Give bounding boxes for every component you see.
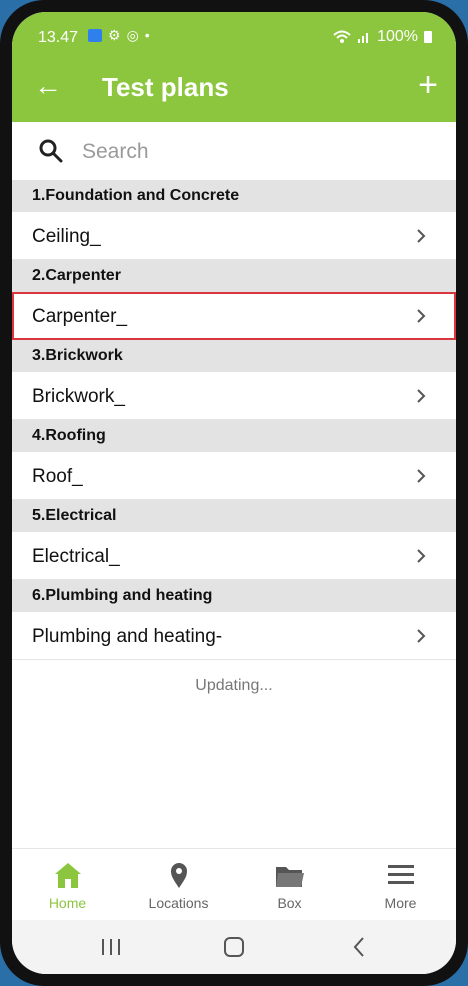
list-item-label: Ceiling_ [32, 226, 101, 247]
nav-home-label: Home [48, 895, 87, 911]
list-item[interactable]: Carpenter_ [12, 292, 456, 340]
status-icons-right: 100% [333, 28, 432, 46]
nav-box-label: Box [277, 895, 302, 911]
battery-icon [424, 31, 432, 43]
chevron-right-icon [417, 469, 426, 483]
wifi-icon [333, 30, 351, 43]
list-item-label: Plumbing and heating- [32, 626, 223, 647]
section-header: 3.Brickwork [12, 340, 456, 372]
list-item-label: Electrical_ [32, 546, 120, 567]
list-item[interactable]: Plumbing and heating- [12, 612, 456, 660]
home-icon [54, 863, 81, 888]
list-item[interactable]: Ceiling_ [12, 212, 456, 260]
nav-box[interactable]: Box [234, 849, 345, 921]
radio-icon: ◎ [126, 27, 139, 43]
section-header: 5.Electrical [12, 500, 456, 532]
chevron-right-icon [417, 309, 426, 323]
updating-status: Updating... [195, 677, 273, 694]
list-item[interactable]: Electrical_ [12, 532, 456, 580]
section-header: 2.Carpenter [12, 260, 456, 292]
recent-apps-icon[interactable] [98, 934, 124, 960]
chevron-right-icon [417, 549, 426, 563]
search-placeholder: Search [82, 140, 149, 163]
chevron-right-icon [417, 629, 426, 643]
status-icons-left: ⚙ ◎ • [88, 28, 150, 42]
search-icon [39, 139, 63, 163]
status-bar: 13.47 ⚙ ◎ • 100% [12, 12, 456, 54]
section-header: 6.Plumbing and heating [12, 580, 456, 612]
section-header: 1.Foundation and Concrete [12, 180, 456, 212]
dot-icon: • [144, 27, 150, 43]
photos-icon [88, 28, 102, 42]
list-item[interactable]: Brickwork_ [12, 372, 456, 420]
nav-locations[interactable]: Locations [123, 849, 234, 921]
plus-icon[interactable]: + [418, 68, 438, 102]
location-pin-icon [170, 863, 187, 888]
battery-percent: 100% [377, 28, 418, 45]
signal-icon [358, 33, 369, 43]
back-button-icon[interactable] [347, 934, 373, 960]
search-bar[interactable]: Search [12, 122, 456, 180]
app-bar: ← Test plans + [12, 54, 456, 122]
phone-frame: 13.47 ⚙ ◎ • 100% ← Test plans + Search 1… [0, 0, 468, 986]
section-header: 4.Roofing [12, 420, 456, 452]
system-nav-bar [12, 920, 456, 974]
status-time: 13.47 [38, 29, 79, 46]
test-plan-list: 1.Foundation and Concrete Ceiling_ 2.Car… [12, 180, 456, 660]
menu-icon [387, 865, 414, 884]
home-button-icon[interactable] [221, 934, 247, 960]
list-item[interactable]: Roof_ [12, 452, 456, 500]
list-item-label: Brickwork_ [32, 386, 125, 407]
chevron-right-icon [417, 229, 426, 243]
nav-locations-label: Locations [148, 895, 209, 911]
chevron-right-icon [417, 389, 426, 403]
bottom-nav: Home Locations Box More [12, 848, 456, 921]
nav-more-label: More [384, 895, 417, 911]
back-arrow-icon[interactable]: ← [34, 72, 62, 100]
app-screen: 13.47 ⚙ ◎ • 100% ← Test plans + Search 1… [12, 12, 456, 974]
nav-home[interactable]: Home [12, 849, 123, 921]
page-title: Test plans [102, 72, 229, 102]
gear-icon: ⚙ [108, 27, 121, 43]
list-item-label: Roof_ [32, 466, 83, 487]
nav-more[interactable]: More [345, 849, 456, 921]
list-item-label: Carpenter_ [32, 306, 128, 327]
folder-icon [275, 867, 304, 887]
